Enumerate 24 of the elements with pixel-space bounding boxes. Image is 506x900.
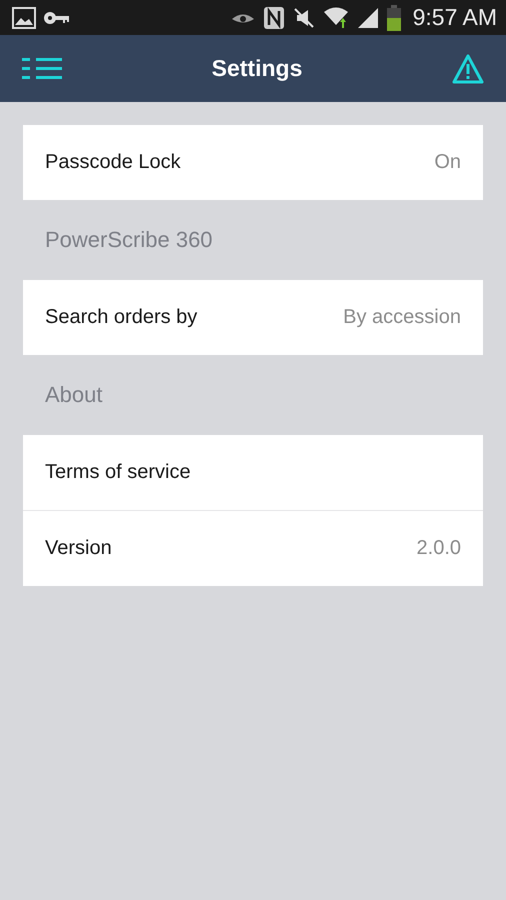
setting-value: By accession: [343, 306, 461, 329]
settings-row[interactable]: Version 2.0.0: [23, 510, 483, 586]
section-header-text: PowerScribe 360: [45, 227, 213, 253]
setting-label: Search orders by: [45, 306, 198, 329]
setting-label: Version: [45, 537, 112, 560]
nfc-icon: [262, 6, 285, 30]
screen-title: Settings: [212, 55, 302, 82]
picture-icon: [12, 6, 36, 28]
setting-label: Passcode Lock: [45, 151, 181, 174]
key-icon: [44, 10, 70, 24]
section-header-text: About: [45, 382, 102, 408]
status-time: 9:57 AM: [412, 4, 497, 31]
mute-icon: [292, 6, 315, 28]
setting-value: 2.0.0: [416, 537, 461, 560]
setting-value: On: [434, 151, 461, 174]
battery-icon: [386, 4, 401, 30]
warning-icon[interactable]: [452, 54, 484, 84]
wifi-icon: [322, 4, 349, 30]
menu-icon[interactable]: [22, 58, 62, 80]
settings-row[interactable]: Passcode Lock On: [23, 125, 483, 200]
settings-row[interactable]: Terms of service: [23, 435, 483, 510]
signal-icon: [356, 6, 379, 28]
settings-row[interactable]: Search orders by By accession: [23, 280, 483, 355]
setting-label: Terms of service: [45, 461, 191, 484]
